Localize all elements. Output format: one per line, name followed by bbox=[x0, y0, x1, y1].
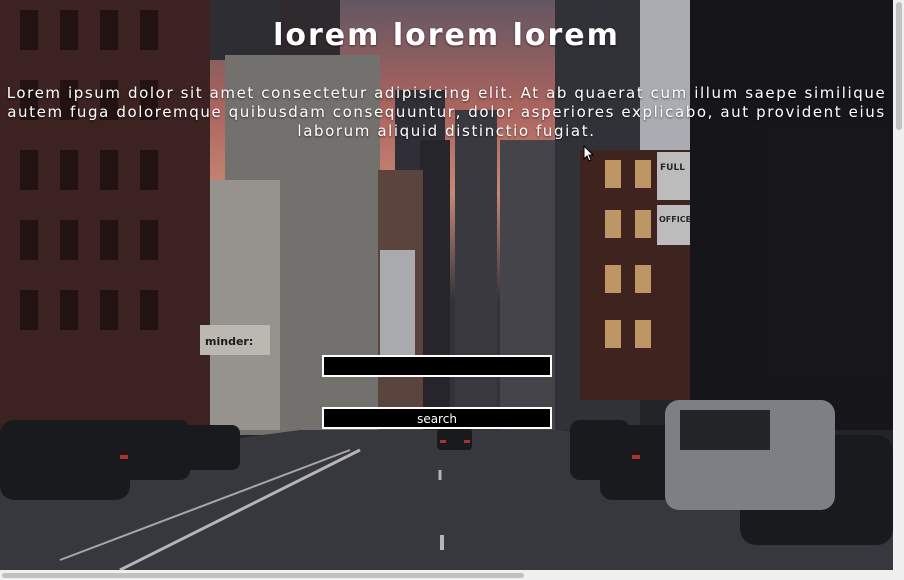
page-viewport: minder: FULL OFFICE bbox=[0, 0, 893, 570]
page-title: lorem lorem lorem bbox=[273, 18, 620, 53]
search-input[interactable] bbox=[322, 355, 552, 377]
horizontal-scrollbar-thumb[interactable] bbox=[2, 573, 524, 578]
vertical-scrollbar-thumb[interactable] bbox=[896, 2, 902, 130]
vertical-scrollbar[interactable] bbox=[893, 0, 904, 570]
hero-description: Lorem ipsum dolor sit amet consectetur a… bbox=[6, 84, 887, 140]
horizontal-scrollbar[interactable] bbox=[0, 570, 893, 580]
scrollbar-corner bbox=[893, 570, 904, 580]
mouse-cursor-icon bbox=[583, 145, 595, 162]
search-button[interactable]: search bbox=[322, 407, 552, 429]
